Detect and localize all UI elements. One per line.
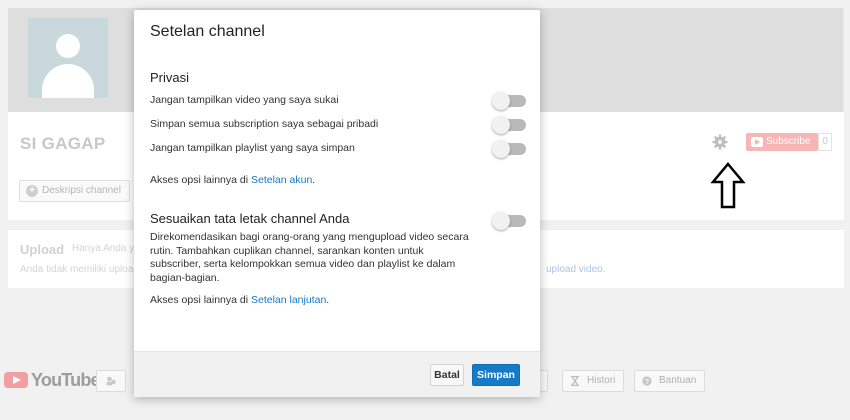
privacy-saved-playlists-toggle[interactable] (492, 140, 526, 158)
customize-layout-row: Sesuaikan tata letak channel Anda (150, 211, 526, 231)
advanced-settings-suffix: . (326, 294, 330, 306)
advanced-settings-link[interactable]: Setelan lanjutan (251, 294, 326, 306)
avatar-head-shape (56, 34, 80, 58)
arrow-up-icon (710, 162, 746, 209)
youtube-logo-icon (4, 372, 28, 388)
channel-name: SI GAGAP (20, 134, 106, 153)
help-icon: ? (642, 376, 652, 386)
help-label: Bantuan (659, 375, 697, 386)
privacy-liked-videos-toggle[interactable] (492, 92, 526, 110)
plus-icon: + (26, 185, 38, 197)
cancel-button[interactable]: Batal (430, 364, 464, 386)
avatar (28, 18, 108, 98)
toggle-knob (492, 116, 510, 134)
help-button[interactable]: ? Bantuan (634, 370, 706, 392)
advanced-settings-prefix: Akses opsi lainnya di (150, 294, 251, 306)
save-button[interactable]: Simpan (472, 364, 520, 386)
uploads-description: Anda tidak memiliki upload (20, 264, 139, 275)
history-button[interactable]: Histori (562, 370, 625, 392)
youtube-logo-word: YouTube (31, 370, 101, 390)
privacy-saved-playlists-label: Jangan tampilkan playlist yang saya simp… (150, 142, 355, 154)
toggle-knob (492, 140, 510, 158)
privacy-liked-videos-row: Jangan tampilkan video yang saya sukai (150, 92, 526, 110)
privacy-saved-playlists-row: Jangan tampilkan playlist yang saya simp… (150, 140, 526, 158)
dialog-footer: Batal Simpan (134, 351, 540, 397)
privacy-liked-videos-label: Jangan tampilkan video yang saya sukai (150, 94, 339, 106)
customize-layout-description: Direkomendasikan bagi orang-orang yang m… (150, 231, 469, 284)
toggle-knob (492, 212, 510, 230)
privacy-subscriptions-label: Simpan semua subscription saya sebagai p… (150, 118, 379, 130)
toggle-knob (492, 92, 510, 110)
subscriber-count: 0 (818, 133, 832, 151)
svg-text:?: ? (645, 379, 649, 386)
channel-description-button[interactable]: + Deskripsi channel (19, 180, 130, 202)
channel-description-label: Deskripsi channel (42, 185, 121, 196)
account-settings-prefix: Akses opsi lainnya di (150, 174, 251, 186)
privacy-section-title: Privasi (150, 70, 190, 85)
customize-layout-toggle[interactable] (492, 212, 526, 230)
avatar-body-shape (42, 64, 94, 98)
upload-video-link[interactable]: upload video. (546, 264, 606, 275)
subscribe-button[interactable]: Subscribe (746, 133, 818, 151)
privacy-subscriptions-row: Simpan semua subscription saya sebagai p… (150, 116, 526, 134)
dialog-title: Setelan channel (150, 23, 265, 40)
language-button[interactable] (96, 370, 126, 392)
account-settings-note: Akses opsi lainnya di Setelan akun. (150, 174, 315, 186)
advanced-settings-note: Akses opsi lainnya di Setelan lanjutan. (150, 294, 329, 306)
history-label: Histori (587, 375, 616, 386)
hourglass-icon (571, 376, 579, 386)
account-settings-link[interactable]: Setelan akun (251, 174, 312, 186)
privacy-subscriptions-toggle[interactable] (492, 116, 526, 134)
uploads-title: Upload (20, 242, 65, 257)
youtube-play-icon (751, 137, 763, 147)
customize-layout-title: Sesuaikan tata letak channel Anda (150, 211, 350, 226)
account-settings-suffix: . (312, 174, 316, 186)
channel-settings-dialog: Setelan channel Privasi Jangan tampilkan… (134, 10, 540, 397)
language-icon (106, 376, 116, 386)
gear-icon[interactable] (712, 134, 728, 150)
subscribe-label: Subscribe (766, 136, 811, 147)
